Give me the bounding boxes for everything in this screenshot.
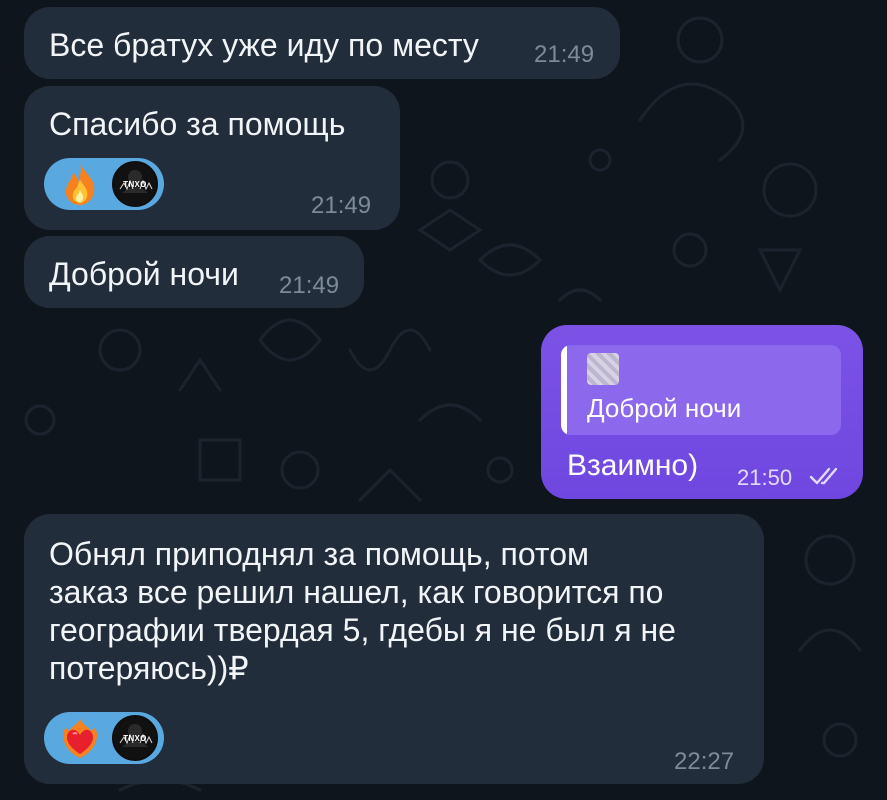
outgoing-message-bubble[interactable]: Доброй ночи Взаимно) 21:50 — [541, 325, 863, 499]
message-time: 21:50 — [737, 465, 793, 490]
message-text: Спасибо за помощь — [49, 106, 346, 142]
message-text: Все братух уже иду по месту — [49, 27, 479, 63]
quote-accent-bar — [561, 345, 567, 435]
message-time: 21:49 — [311, 192, 372, 219]
message-text: Взаимно) — [567, 449, 699, 482]
double-check-icon — [809, 467, 838, 485]
message-time: 21:49 — [279, 272, 340, 299]
message-time: 21:49 — [534, 41, 595, 68]
quote-thumbnail — [587, 353, 619, 385]
message-text: Доброй ночи — [49, 256, 239, 292]
reactions-pill[interactable]: TNXO — [44, 158, 164, 210]
message-bubble[interactable]: Доброй ночи 21:49 — [24, 236, 364, 308]
tnxo-avatar: TNXO — [112, 715, 158, 761]
reactions-pill[interactable]: TNXO — [44, 712, 164, 764]
message-line: географии твердая 5, гдебы я не был я не — [49, 612, 676, 648]
reply-quote[interactable]: Доброй ночи — [561, 345, 841, 435]
message-bubble[interactable]: Спасибо за помощь TNXO 21:49 — [24, 86, 400, 230]
quote-text: Доброй ночи — [587, 393, 742, 423]
message-time: 22:27 — [674, 748, 735, 775]
message-line: Обнял приподнял за помощь, потом — [49, 536, 590, 572]
message-bubble[interactable]: Все братух уже иду по месту 21:49 — [24, 7, 620, 79]
fire-emoji-icon — [58, 162, 102, 206]
tnxo-avatar: TNXO — [112, 161, 158, 207]
heart-on-fire-emoji-icon — [58, 716, 102, 760]
message-line: потеряюсь))₽ — [49, 650, 249, 686]
message-bubble[interactable]: Обнял приподнял за помощь, потом заказ в… — [24, 514, 764, 784]
message-line: заказ все решил нашел, как говорится по — [49, 574, 664, 610]
